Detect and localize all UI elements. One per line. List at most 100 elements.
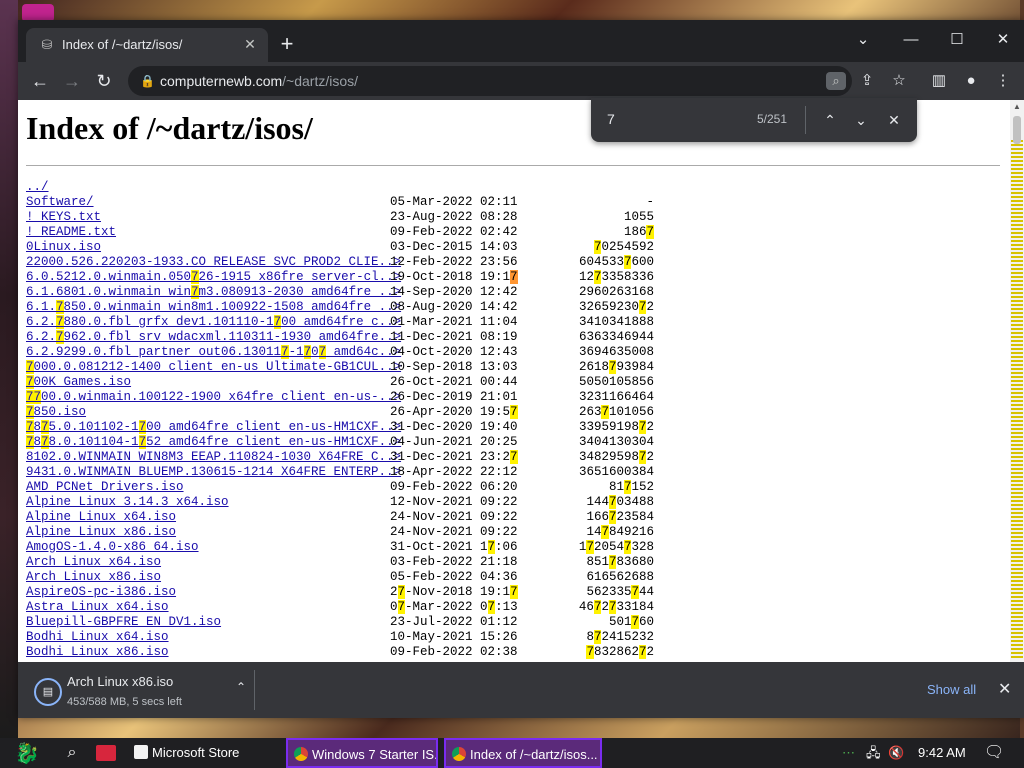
star-icon[interactable]: ☆ xyxy=(888,70,910,92)
file-link[interactable]: 22000.526.220203-1933.CO_RELEASE_SVC_PRO… xyxy=(26,255,401,270)
file-link[interactable]: Alpine Linux x64.iso xyxy=(26,510,176,525)
file-link[interactable]: 6.0.5212.0.winmain.050726-1915_x86fre_se… xyxy=(26,270,401,285)
minimize-icon[interactable]: — xyxy=(888,26,934,54)
network-icon[interactable]: 🖧 xyxy=(866,738,881,768)
search-page-icon[interactable]: ⌕ xyxy=(826,72,846,90)
volume-muted-icon[interactable]: 🔇 xyxy=(888,738,904,768)
file-link[interactable]: Alpine Linux 3.14.3 x64.iso xyxy=(26,495,229,510)
back-arrow-icon[interactable]: ← xyxy=(28,70,52,92)
find-bar: 7 5/251 ⌃ ⌄ ✕ xyxy=(591,98,917,142)
find-highlight: 7 xyxy=(608,555,617,569)
file-date: 05-Feb-2022 04:36 xyxy=(390,570,518,584)
file-link[interactable]: 7000.0.081212-1400_client_en-us_Ultimate… xyxy=(26,360,401,375)
file-date: 04-Oct-2020 12:43 xyxy=(390,345,518,359)
file-link[interactable]: Arch Linux x86.iso xyxy=(26,570,161,585)
file-link[interactable]: ! README.txt xyxy=(26,225,116,240)
file-link[interactable]: AmogOS-1.4.0-x86_64.iso xyxy=(26,540,199,555)
file-date: 10-May-2021 15:26 xyxy=(390,630,518,644)
file-link[interactable]: 6.1.7850.0.winmain_win8m1.100922-1508_am… xyxy=(26,300,401,315)
chevron-up-icon[interactable]: ⌃ xyxy=(819,109,841,131)
file-link[interactable]: 6.2.9299.0.fbl_partner_out06.130117-1707… xyxy=(26,345,401,360)
file-link[interactable]: Bodhi Linux x64.iso xyxy=(26,630,169,645)
file-link[interactable]: Astra Linux x64.iso xyxy=(26,600,169,615)
file-link[interactable]: 9431.0.WINMAIN_BLUEMP.130615-1214_X64FRE… xyxy=(26,465,401,480)
file-link[interactable]: Bodhi Linux x86.iso xyxy=(26,645,169,660)
taskbar-app-chrome-1[interactable]: Windows 7 Starter IS... xyxy=(286,738,438,768)
find-highlight: 7 xyxy=(510,585,518,599)
file-link[interactable]: ../ xyxy=(26,180,49,195)
file-link[interactable]: 6.2.7880.0.fbl_grfx_dev1.101110-1700_amd… xyxy=(26,315,401,330)
file-size: 3395919872 xyxy=(578,420,654,434)
scrollbar-thumb[interactable] xyxy=(1013,116,1021,144)
file-link[interactable]: Bluepill-GBPFRE_EN_DV1.iso xyxy=(26,615,221,630)
find-highlight: 7 xyxy=(586,540,594,554)
file-date: 01-Mar-2021 11:04 xyxy=(390,315,518,329)
file-link[interactable]: 6.1.6801.0.winmain_win7m3.080913-2030_am… xyxy=(26,285,401,300)
close-download-bar-icon[interactable]: ✕ xyxy=(998,679,1011,699)
download-item[interactable]: ▤ Arch Linux x86.iso 453/588 MB, 5 secs … xyxy=(30,668,256,712)
chevron-down-icon[interactable]: ⌄ xyxy=(840,26,886,54)
file-date: 18-Apr-2022 22:12 xyxy=(390,465,518,479)
file-link[interactable]: 7878.0.101104-1752_amd64fre_client_en-us… xyxy=(26,435,401,450)
file-link[interactable]: 0Linux.iso xyxy=(26,240,101,255)
close-find-icon[interactable]: ✕ xyxy=(883,109,905,131)
lock-icon[interactable]: 🔒 xyxy=(140,73,155,89)
file-explorer-icon[interactable] xyxy=(96,745,116,761)
find-highlight: 7 xyxy=(631,615,639,629)
file-link[interactable]: 6.2.7962.0.fbl_srv_wdacxml.110311-1930_a… xyxy=(26,330,401,345)
taskbar-app-chrome-2[interactable]: Index of /~dartz/isos... xyxy=(444,738,602,768)
find-count: 5/251 xyxy=(757,112,788,126)
reload-icon[interactable]: ↻ xyxy=(92,70,116,92)
maximize-icon[interactable]: ☐ xyxy=(934,26,980,54)
chevron-up-icon[interactable]: ⌃ xyxy=(236,680,246,694)
find-highlight: 7 xyxy=(586,645,594,659)
file-size: 616562688 xyxy=(586,570,654,584)
scroll-up-icon[interactable]: ▲ xyxy=(1013,102,1021,111)
search-icon[interactable]: ⌕ xyxy=(60,741,84,765)
file-link[interactable]: 7850.iso xyxy=(26,405,86,420)
file-link[interactable]: AspireOS-pc-i386.iso xyxy=(26,585,176,600)
file-link[interactable]: 700K Games.iso xyxy=(26,375,131,390)
download-separator xyxy=(254,670,255,710)
plus-icon[interactable]: + xyxy=(276,33,298,56)
clock[interactable]: 9:42 AM xyxy=(918,738,966,768)
find-highlight: 7 xyxy=(608,600,617,614)
chevron-down-icon[interactable]: ⌄ xyxy=(850,109,872,131)
profile-icon[interactable]: ● xyxy=(960,70,982,92)
forward-arrow-icon[interactable]: → xyxy=(60,70,84,92)
file-date: 09-Feb-2022 06:20 xyxy=(390,480,518,494)
file-link[interactable]: 7700.0.winmain.100122-1900_x64fre_client… xyxy=(26,390,401,405)
file-link[interactable]: Alpine Linux x86.iso xyxy=(26,525,176,540)
file-size: 3410341888 xyxy=(578,315,654,329)
find-input[interactable]: 7 xyxy=(607,111,615,127)
find-highlight: 7 xyxy=(26,375,34,389)
tray-overflow-icon[interactable]: ⋯ xyxy=(842,738,855,768)
start-dragon-icon[interactable]: 🐉 xyxy=(8,740,46,768)
find-highlight: 7 xyxy=(608,495,617,509)
file-size: 3265923072 xyxy=(578,300,654,314)
file-link[interactable]: AMD PCNet Drivers.iso xyxy=(26,480,184,495)
tab-active[interactable]: ⛁ Index of /~dartz/isos/ ✕ xyxy=(26,28,268,62)
address-bar[interactable]: 🔒 computernewb.com/~dartz/isos/ ⌕ xyxy=(128,66,852,96)
close-window-icon[interactable]: ✕ xyxy=(980,26,1024,54)
file-size: - xyxy=(646,195,654,209)
file-date: 04-Jun-2021 20:25 xyxy=(390,435,518,449)
taskbar-app-store[interactable]: Microsoft Store xyxy=(128,738,280,768)
sidebar-icon[interactable]: ▥ xyxy=(928,70,950,92)
download-file-name: Arch Linux x86.iso xyxy=(67,674,174,689)
kebab-menu-icon[interactable]: ⋮ xyxy=(992,70,1014,92)
file-link[interactable]: 7875.0.101102-1700_amd64fre_client_en-us… xyxy=(26,420,401,435)
file-size: 2637101056 xyxy=(578,405,654,419)
divider xyxy=(26,165,1000,166)
share-icon[interactable]: ⇪ xyxy=(856,70,878,92)
file-link[interactable]: ! KEYS.txt xyxy=(26,210,101,225)
scrollbar[interactable]: ▲ xyxy=(1010,100,1024,662)
close-icon[interactable]: ✕ xyxy=(242,36,258,52)
notification-icon[interactable]: 🗨 xyxy=(984,738,1004,768)
page-content: Index of /~dartz/isos/ ../Software/05-Ma… xyxy=(18,100,1010,662)
show-all-button[interactable]: Show all xyxy=(927,682,976,697)
file-link[interactable]: Arch Linux x64.iso xyxy=(26,555,161,570)
file-link[interactable]: 8102.0.WINMAIN_WIN8M3_EEAP.110824-1030_X… xyxy=(26,450,401,465)
file-link[interactable]: Software/ xyxy=(26,195,94,210)
url-text[interactable]: computernewb.com/~dartz/isos/ xyxy=(160,73,358,89)
